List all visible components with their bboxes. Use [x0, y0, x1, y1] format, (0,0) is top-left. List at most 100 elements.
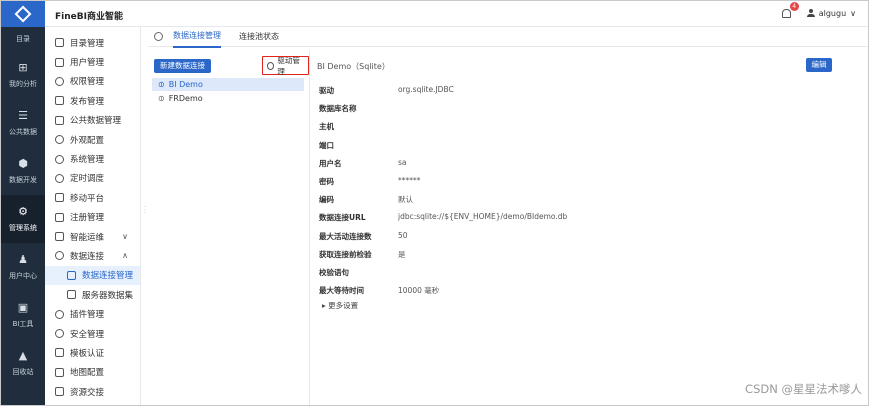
detail-field-row: 端口	[319, 140, 859, 150]
menu-item-label: 地图配置	[70, 368, 105, 379]
rail-label: 公共数据	[9, 127, 37, 136]
notification-badge: 4	[789, 2, 799, 11]
rail-item-bi-tools[interactable]: ▣ BI工具	[1, 291, 45, 339]
user-icon	[806, 9, 815, 17]
chevron-icon: ∨	[122, 232, 128, 242]
admin-menu: 目录管理用户管理权限管理发布管理 公共数据管理外观配置系统管理定时调度移动平台注册…	[45, 27, 141, 405]
menu-item-icon	[55, 387, 64, 397]
menu-item[interactable]: 权限管理	[45, 72, 140, 91]
menu-item-icon	[55, 173, 64, 183]
detail-field-key: 用户名	[319, 158, 342, 168]
menu-item[interactable]: 安全管理	[45, 324, 140, 343]
menu-item-label: 数据连接管理	[82, 271, 134, 282]
rail-label: 目录	[16, 35, 30, 43]
menu-item-icon	[55, 348, 64, 358]
menu-item-label: 移动平台	[70, 193, 105, 204]
menu-item[interactable]: 发布管理	[45, 91, 140, 110]
connection-item-frdemo[interactable]: ⊘ FRDemo	[152, 92, 304, 105]
detail-field-key: 最大等待时间	[319, 286, 364, 296]
detail-field-row: 最大等待时间 10000 毫秒	[319, 285, 859, 295]
menu-item-icon	[55, 212, 64, 222]
app-window: 目录 ⊞ 我的分析 ☰ 公共数据 ⬢ 数据开发 ⚙ 管理系统 ♟ 用户中心 ▣ …	[0, 0, 869, 406]
rail-item-admin-system[interactable]: ⚙ 管理系统	[1, 195, 45, 243]
detail-field-key: 驱动	[319, 86, 334, 95]
public-data-icon: ☰	[18, 109, 28, 122]
driver-management-button[interactable]: 驱动管理	[262, 56, 309, 76]
menu-item[interactable]: 插件管理	[45, 304, 140, 323]
menu-item-label: 外观配置	[70, 135, 105, 146]
menu-item-label: 权限管理	[70, 77, 105, 88]
menu-item[interactable]: 外观配置	[45, 130, 140, 149]
menu-item[interactable]: 注册管理	[45, 208, 140, 227]
user-center-icon: ♟	[18, 253, 28, 266]
tab-data-connection-management[interactable]: 数据连接管理	[173, 25, 221, 48]
menu-item[interactable]: 智能运维 ∨	[45, 227, 140, 246]
menu-item-label: 定时调度	[70, 174, 105, 185]
menu-item[interactable]: 数据连接 ∧	[45, 246, 140, 265]
menu-item[interactable]: 用户管理	[45, 52, 140, 71]
menu-item[interactable]: 服务器数据集	[45, 285, 140, 304]
rail-label: 管理系统	[9, 223, 37, 232]
rail-item-catalog[interactable]: 目录	[1, 27, 45, 51]
rail-label: 我的分析	[9, 79, 37, 88]
detail-field-value: 10000 毫秒	[398, 286, 440, 296]
rail-item-my-analysis[interactable]: ⊞ 我的分析	[1, 51, 45, 99]
menu-item-icon	[55, 38, 64, 48]
detail-field-key: 端口	[319, 140, 334, 150]
rail-label: 数据开发	[9, 175, 37, 184]
detail-field-key: 校验语句	[319, 268, 349, 277]
more-settings-toggle[interactable]: ▸ 更多设置	[322, 300, 358, 311]
detail-field-row: 驱动 org.sqlite.JDBC	[319, 85, 859, 95]
watermark: CSDN @星星法术嗲人	[745, 382, 862, 396]
detail-field-value: jdbc:sqlite://${ENV_HOME}/demo/BIdemo.db	[398, 212, 568, 222]
connection-item-bi-demo[interactable]: ⊘ BI Demo	[152, 78, 304, 91]
detail-field-key: 编码	[319, 195, 334, 205]
menu-item[interactable]: 定时调度	[45, 169, 140, 188]
header-actions: 4 algugu ∨	[781, 2, 856, 19]
menu-item-label: 服务器数据集	[82, 290, 134, 301]
brand-title: FineBI商业智能	[55, 12, 123, 22]
menu-item[interactable]: 地图配置	[45, 363, 140, 382]
menu-item[interactable]: 移动平台	[45, 188, 140, 207]
rail-item-data-dev[interactable]: ⬢ 数据开发	[1, 147, 45, 195]
user-menu[interactable]: algugu ∨	[806, 9, 856, 18]
detail-field-row: 校验语句	[319, 267, 859, 277]
left-rail: 目录 ⊞ 我的分析 ☰ 公共数据 ⬢ 数据开发 ⚙ 管理系统 ♟ 用户中心 ▣ …	[1, 1, 45, 405]
connection-name: BI Demo	[168, 80, 203, 89]
menu-item[interactable]: 目录管理	[45, 33, 140, 52]
menu-item-label: 系统管理	[70, 155, 105, 166]
rail-label: 用户中心	[9, 271, 37, 280]
gear-icon	[267, 61, 275, 70]
detail-field-row: 获取连接前检验 是	[319, 249, 859, 259]
menu-item-label: 资源交接	[70, 387, 105, 398]
menu-item[interactable]: 模板认证	[45, 343, 140, 362]
menu-item-label: 安全管理	[70, 329, 105, 340]
new-connection-button[interactable]: 新建数据连接	[154, 59, 211, 73]
detail-field-row: 数据库名称	[319, 103, 859, 113]
link-icon: ⊘	[155, 92, 167, 105]
notification-button[interactable]: 4	[781, 2, 799, 19]
edit-button[interactable]: 编辑	[806, 58, 832, 72]
detail-field-value: sa	[398, 157, 407, 167]
logo-icon	[14, 5, 32, 23]
detail-field-value: ******	[398, 176, 421, 185]
rail-item-public-data[interactable]: ☰ 公共数据	[1, 99, 45, 147]
menu-item[interactable]: 系统管理	[45, 149, 140, 168]
menu-item[interactable]: 公共数据管理	[45, 111, 140, 130]
tab-connection-pool-status[interactable]: 连接池状态	[239, 26, 279, 47]
menu-item[interactable]: 资源交接	[45, 382, 140, 401]
app-logo[interactable]	[1, 1, 45, 27]
detail-field-row: 主机	[319, 121, 859, 131]
connection-name: FRDemo	[168, 94, 203, 103]
rail-item-recycle-bin[interactable]: ▲ 回收站	[1, 339, 45, 387]
rail-label: 回收站	[12, 367, 34, 376]
settings-icon	[154, 32, 163, 41]
menu-item[interactable]: 数据连接管理	[45, 265, 140, 286]
rail-item-user-center[interactable]: ♟ 用户中心	[1, 243, 45, 291]
rail-label: BI工具	[12, 319, 34, 328]
menu-item-icon	[55, 251, 64, 261]
detail-field-row: 密码 ******	[319, 176, 859, 186]
menu-item-icon	[55, 135, 64, 145]
menu-item-label: 目录管理	[70, 38, 105, 49]
menu-item-icon	[55, 154, 64, 164]
